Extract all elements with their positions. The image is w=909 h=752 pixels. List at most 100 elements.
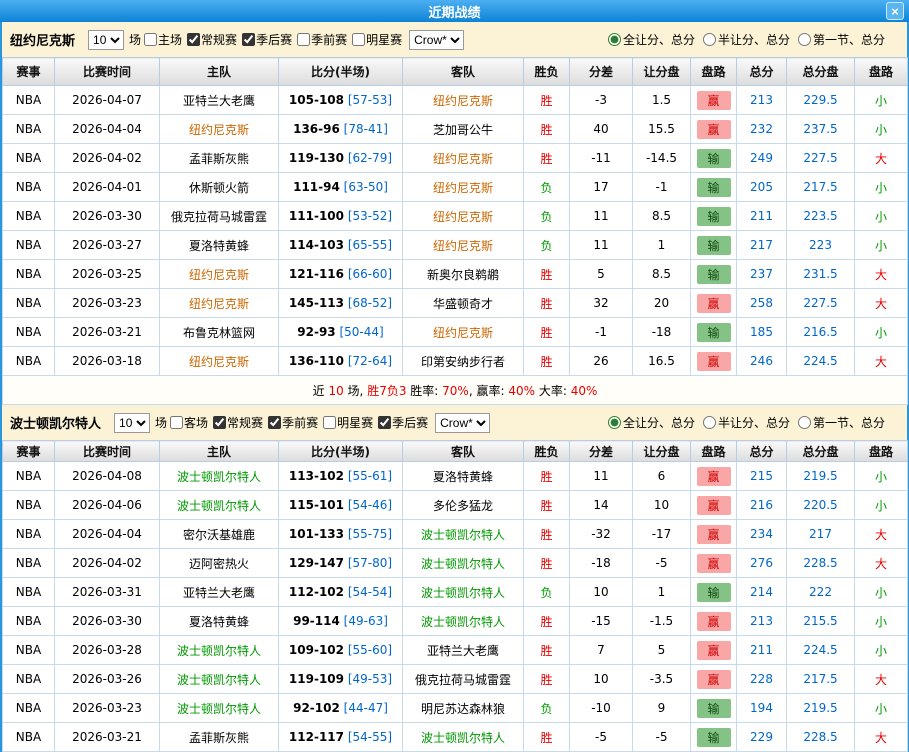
odds-scope-radio[interactable]: 半让分、总分 (703, 414, 790, 431)
odds-scope-radio[interactable]: 全让分、总分 (608, 414, 695, 431)
winloss-cell: 胜 (524, 665, 570, 694)
handicap-result-cell: 输 (691, 694, 737, 723)
checkbox-label: 常规赛 (227, 414, 263, 431)
bookmaker-select[interactable]: Crow* (409, 30, 464, 50)
radio-input[interactable] (703, 33, 716, 46)
checkbox-input[interactable] (268, 416, 281, 429)
handicap-result-badge: 赢 (697, 496, 731, 515)
home-team-cell: 布鲁克林篮网 (160, 318, 279, 347)
home-team-cell: 纽约尼克斯 (160, 260, 279, 289)
league-cell: NBA (3, 86, 55, 115)
checkbox-input[interactable] (213, 416, 226, 429)
checkbox-input[interactable] (378, 416, 391, 429)
winloss-cell: 胜 (524, 318, 570, 347)
score-cell: 111-94 [63-50] (279, 173, 403, 202)
featured-team: 波士顿凯尔特人 (421, 557, 505, 571)
filter-checkbox[interactable]: 季前赛 (297, 31, 347, 48)
checkbox-label: 客场 (184, 414, 208, 431)
filter-checkbox[interactable]: 季后赛 (378, 414, 428, 431)
filter-checkbox[interactable]: 常规赛 (187, 31, 237, 48)
halftime-score: [44-47] (344, 701, 388, 715)
game-row: NBA2026-04-06波士顿凯尔特人115-101 [54-46]多伦多猛龙… (3, 491, 908, 520)
checkbox-input[interactable] (144, 33, 157, 46)
bookmaker-select[interactable]: Crow* (435, 413, 490, 433)
odds-scope-radio[interactable]: 半让分、总分 (703, 31, 790, 48)
summary-segment: 70% (442, 384, 469, 398)
ou-result-cell: 小 (855, 115, 908, 144)
results-table: 赛事比赛时间主队比分(半场)客队胜负分差让分盘盘路总分总分盘盘路NBA2026-… (2, 440, 908, 752)
winloss-cell: 胜 (524, 636, 570, 665)
home-team-cell: 纽约尼克斯 (160, 115, 279, 144)
odds-scope-radios: 全让分、总分半让分、总分第一节、总分 (608, 31, 885, 48)
radio-input[interactable] (608, 33, 621, 46)
date-cell: 2026-03-30 (55, 607, 160, 636)
filter-checkbox[interactable]: 明星赛 (352, 31, 402, 48)
handicap-line-cell: -1.5 (633, 607, 691, 636)
filter-checkbox[interactable]: 明星赛 (323, 414, 373, 431)
league-cell: NBA (3, 491, 55, 520)
filter-checkbox[interactable]: 客场 (170, 414, 208, 431)
total-line-cell: 219.5 (787, 694, 855, 723)
game-row: NBA2026-03-28波士顿凯尔特人109-102 [55-60]亚特兰大老… (3, 636, 908, 665)
date-cell: 2026-03-27 (55, 231, 160, 260)
date-cell: 2026-04-02 (55, 144, 160, 173)
score-cell: 136-96 [78-41] (279, 115, 403, 144)
date-cell: 2026-03-21 (55, 723, 160, 752)
home-team-cell: 波士顿凯尔特人 (160, 665, 279, 694)
handicap-line-cell: 16.5 (633, 347, 691, 376)
checkbox-input[interactable] (242, 33, 255, 46)
halftime-score: [78-41] (344, 122, 388, 136)
filter-checkbox[interactable]: 常规赛 (213, 414, 263, 431)
filter-checkbox[interactable]: 季后赛 (242, 31, 292, 48)
odds-scope-radio[interactable]: 第一节、总分 (798, 414, 885, 431)
games-unit-label: 场 (155, 414, 167, 431)
odds-scope-radio[interactable]: 全让分、总分 (608, 31, 695, 48)
filter-bar: 波士顿凯尔特人10场客场常规赛季前赛明星赛季后赛Crow*全让分、总分半让分、总… (2, 405, 907, 440)
handicap-result-cell: 赢 (691, 520, 737, 549)
total-line-cell: 224.5 (787, 636, 855, 665)
total-points-cell: 215 (737, 462, 787, 491)
total-points-cell: 213 (737, 607, 787, 636)
score-cell: 105-108 [57-53] (279, 86, 403, 115)
radio-input[interactable] (703, 416, 716, 429)
radio-input[interactable] (798, 416, 811, 429)
filter-checkbox[interactable]: 季前赛 (268, 414, 318, 431)
checkbox-input[interactable] (352, 33, 365, 46)
total-line-cell: 222 (787, 578, 855, 607)
checkbox-input[interactable] (323, 416, 336, 429)
handicap-result-cell: 输 (691, 231, 737, 260)
games-count-select[interactable]: 10 (88, 30, 124, 50)
score-cell: 145-113 [68-52] (279, 289, 403, 318)
handicap-result-badge: 输 (697, 323, 731, 342)
filter-checkbox[interactable]: 主场 (144, 31, 182, 48)
total-line-cell: 228.5 (787, 723, 855, 752)
odds-scope-radio[interactable]: 第一节、总分 (798, 31, 885, 48)
checkbox-input[interactable] (297, 33, 310, 46)
handicap-line-cell: 1.5 (633, 86, 691, 115)
winloss-cell: 胜 (524, 491, 570, 520)
ou-result-cell: 小 (855, 491, 908, 520)
games-count-select[interactable]: 10 (114, 413, 150, 433)
team-name: 纽约尼克斯 (10, 30, 75, 49)
league-cell: NBA (3, 347, 55, 376)
handicap-result-cell: 赢 (691, 462, 737, 491)
handicap-result-cell: 赢 (691, 607, 737, 636)
checkbox-input[interactable] (187, 33, 200, 46)
winloss-cell: 胜 (524, 723, 570, 752)
total-points-cell: 232 (737, 115, 787, 144)
winloss-cell: 胜 (524, 86, 570, 115)
handicap-result-badge: 输 (697, 265, 731, 284)
radio-input[interactable] (608, 416, 621, 429)
date-cell: 2026-04-04 (55, 115, 160, 144)
radio-input[interactable] (798, 33, 811, 46)
radio-label: 全让分、总分 (623, 414, 695, 431)
total-line-cell: 215.5 (787, 607, 855, 636)
summary-segment: 胜7负3 (367, 384, 406, 398)
league-cell: NBA (3, 231, 55, 260)
handicap-result-cell: 赢 (691, 115, 737, 144)
close-button[interactable]: × (886, 2, 904, 20)
home-team-cell: 夏洛特黄蜂 (160, 231, 279, 260)
handicap-result-badge: 赢 (697, 467, 731, 486)
checkbox-input[interactable] (170, 416, 183, 429)
halftime-score: [54-46] (348, 498, 392, 512)
